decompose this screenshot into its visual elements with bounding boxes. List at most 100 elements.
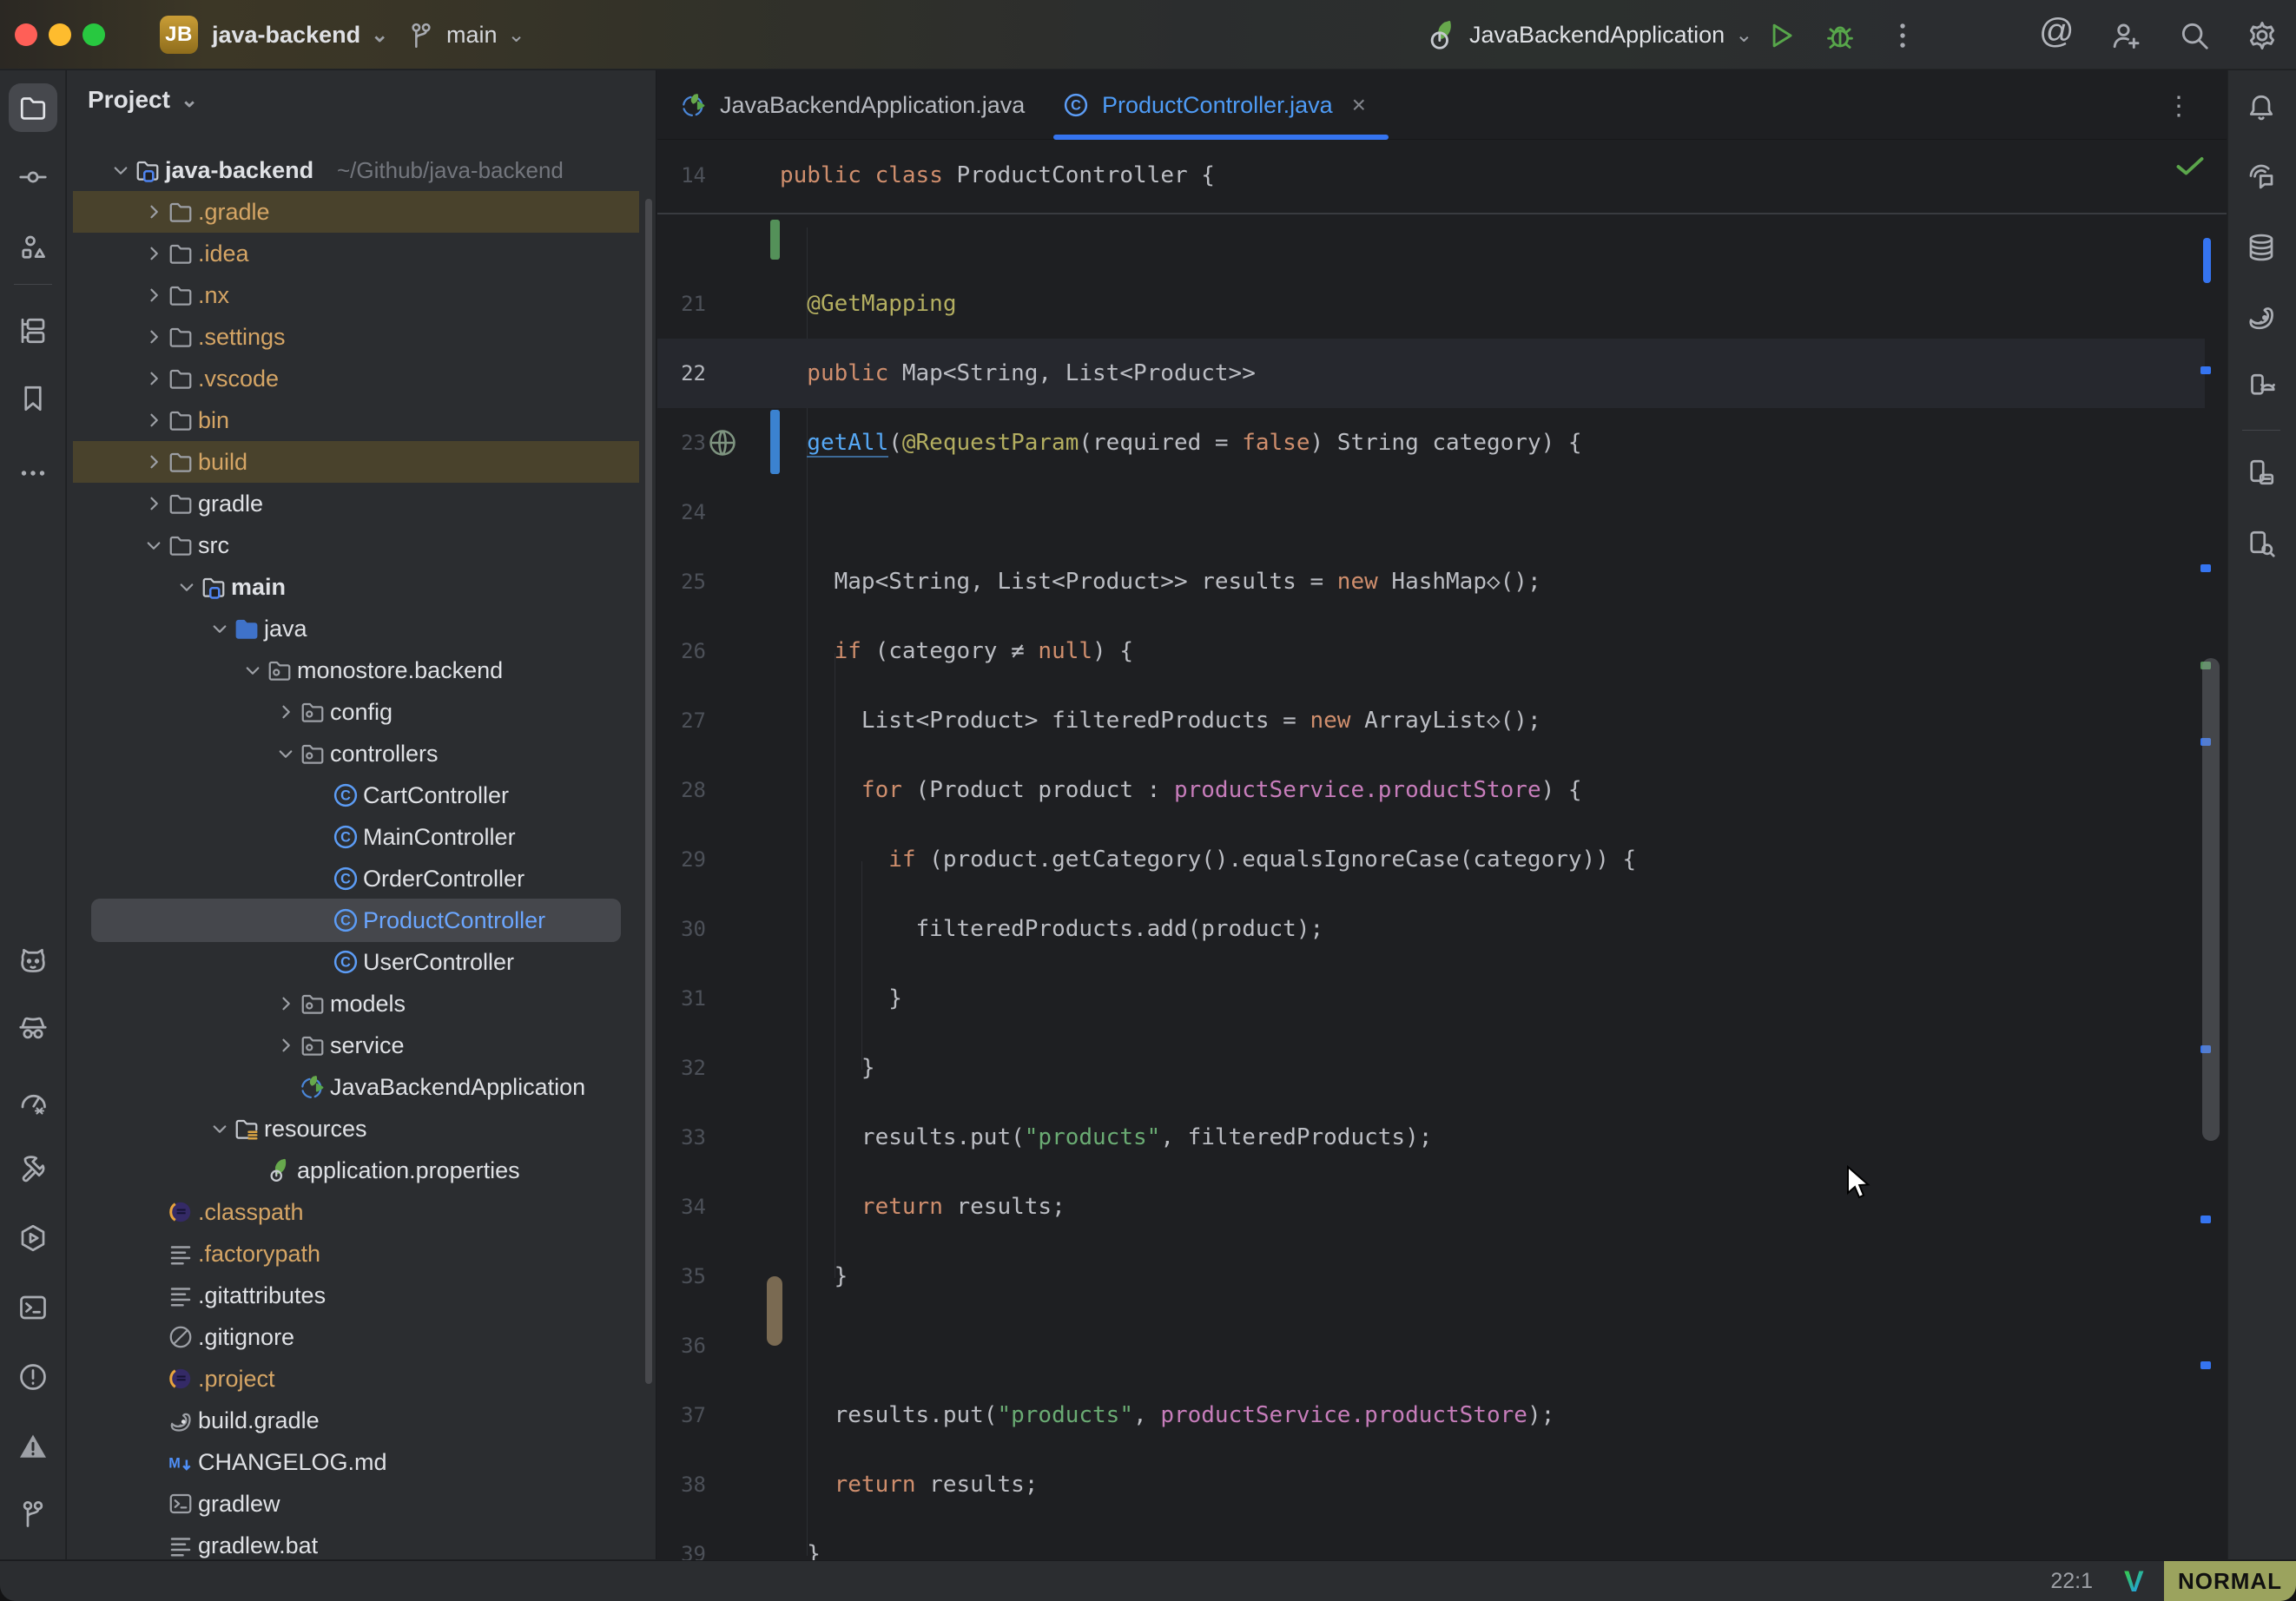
add-user-icon[interactable]: [2108, 19, 2141, 52]
code-line-31[interactable]: 31}: [657, 964, 2227, 1033]
chevron-down-icon[interactable]: [240, 657, 266, 683]
code-line-23[interactable]: 23getAll(@RequestParam(required = false)…: [657, 408, 2227, 478]
device-explorer-icon[interactable]: [2237, 448, 2286, 497]
code-line-36[interactable]: 36: [657, 1311, 2227, 1380]
terminal-icon[interactable]: [9, 1283, 57, 1332]
chevron-down-icon[interactable]: [273, 741, 299, 767]
tree-item-service[interactable]: service: [67, 1025, 656, 1066]
minimize-window-button[interactable]: [49, 23, 71, 46]
chevron-right-icon[interactable]: [141, 199, 167, 225]
code-line-29[interactable]: 29if (product.getCategory().equalsIgnore…: [657, 825, 2227, 894]
tree-item-bin[interactable]: bin: [67, 399, 656, 441]
code-line-21[interactable]: 21@GetMapping: [657, 269, 2227, 339]
tab-productcontroller[interactable]: C ProductController.java ×: [1062, 70, 1366, 140]
tree-item--classpath[interactable]: .classpath: [67, 1191, 656, 1233]
database-icon[interactable]: [2237, 223, 2286, 272]
tree-item--idea[interactable]: .idea: [67, 233, 656, 274]
chevron-right-icon[interactable]: [141, 491, 167, 517]
rest-endpoint-globe-icon[interactable]: [706, 426, 739, 464]
code-line-38[interactable]: 38return results;: [657, 1450, 2227, 1519]
tree-item-changelog-md[interactable]: MCHANGELOG.md: [67, 1441, 656, 1483]
code-line-28[interactable]: 28for (Product product : productService.…: [657, 755, 2227, 825]
chevron-down-icon[interactable]: [108, 157, 134, 183]
tree-item-resources[interactable]: resources: [67, 1108, 656, 1150]
tree-item--settings[interactable]: .settings: [67, 316, 656, 358]
debug-button[interactable]: [1824, 19, 1857, 52]
run-configuration-selector[interactable]: JavaBackendApplication⌄: [1469, 0, 1752, 69]
gutter-drag-handle[interactable]: [767, 1276, 782, 1346]
more-actions-kebab-icon[interactable]: [1886, 19, 1919, 52]
analysis-status-bar[interactable]: [2203, 238, 2211, 283]
tree-item-cartcontroller[interactable]: CCartController: [67, 774, 656, 816]
tree-item-src[interactable]: src: [67, 524, 656, 566]
tree-item--gitattributes[interactable]: .gitattributes: [67, 1275, 656, 1316]
code-line-34[interactable]: 34return results;: [657, 1172, 2227, 1242]
settings-gear-icon[interactable]: [2246, 19, 2279, 52]
chevron-right-icon[interactable]: [141, 282, 167, 308]
incognito-icon[interactable]: [9, 1004, 57, 1052]
tree-item-gradlew-bat[interactable]: gradlew.bat: [67, 1525, 656, 1559]
ai-at-icon[interactable]: @: [2039, 12, 2075, 51]
close-tab-icon[interactable]: ×: [1352, 91, 1366, 119]
structure-icon[interactable]: [9, 223, 57, 272]
more-tools-icon[interactable]: [9, 449, 57, 497]
code-line-32[interactable]: 32}: [657, 1033, 2227, 1103]
vim-mode-badge[interactable]: NORMAL: [2164, 1561, 2296, 1601]
error-stripe-mark[interactable]: [2200, 564, 2211, 572]
tree-item--vscode[interactable]: .vscode: [67, 358, 656, 399]
gradle-icon[interactable]: [2237, 292, 2286, 340]
notifications-bell-icon[interactable]: [2237, 83, 2286, 132]
tree-item-usercontroller[interactable]: CUserController: [67, 941, 656, 983]
tree-item-models[interactable]: models: [67, 983, 656, 1025]
tree-item-gradle[interactable]: gradle: [67, 483, 656, 524]
code-line-26[interactable]: 26if (category ≠ null) {: [657, 616, 2227, 686]
tree-item--project[interactable]: .project: [67, 1358, 656, 1400]
tree-item-monostore-backend[interactable]: monostore.backend: [67, 649, 656, 691]
chevron-right-icon[interactable]: [141, 240, 167, 267]
code-line-22[interactable]: 22public Map<String, List<Product>>: [657, 339, 2227, 408]
profiler-icon[interactable]: [9, 1077, 57, 1126]
tree-item--gradle[interactable]: .gradle: [67, 191, 656, 233]
ideavim-icon[interactable]: V: [2124, 1565, 2144, 1599]
gutter-change-marker[interactable]: [770, 220, 780, 260]
tree-item--gitignore[interactable]: .gitignore: [67, 1316, 656, 1358]
chevron-down-icon[interactable]: [207, 1116, 233, 1142]
code-line-37[interactable]: 37results.put("products", productService…: [657, 1380, 2227, 1450]
tree-item-maincontroller[interactable]: CMainController: [67, 816, 656, 858]
chevron-down-icon[interactable]: [174, 574, 200, 600]
gutter-change-marker[interactable]: [770, 410, 780, 474]
chevron-right-icon[interactable]: [141, 324, 167, 350]
ai-assistant-icon[interactable]: [2237, 153, 2286, 201]
chevron-down-icon[interactable]: [207, 616, 233, 642]
commit-icon[interactable]: [9, 153, 57, 201]
search-icon[interactable]: [2178, 19, 2211, 52]
tree-item-java-backend[interactable]: java-backend~/Github/java-backend: [67, 149, 656, 191]
chevron-right-icon[interactable]: [273, 1032, 299, 1058]
error-stripe-mark[interactable]: [2200, 366, 2211, 374]
chevron-down-icon[interactable]: [141, 532, 167, 558]
tree-item-controllers[interactable]: controllers: [67, 733, 656, 774]
device-manager-icon[interactable]: [2237, 362, 2286, 411]
close-window-button[interactable]: [15, 23, 37, 46]
tree-item--factorypath[interactable]: .factorypath: [67, 1233, 656, 1275]
code-line-24[interactable]: 24: [657, 478, 2227, 547]
chevron-right-icon[interactable]: [141, 449, 167, 475]
tree-item-java[interactable]: java: [67, 608, 656, 649]
chevron-right-icon[interactable]: [273, 991, 299, 1017]
code-line-30[interactable]: 30filteredProducts.add(product);: [657, 894, 2227, 964]
project-switcher[interactable]: java-backend⌄: [212, 0, 388, 69]
code-line-33[interactable]: 33results.put("products", filteredProduc…: [657, 1103, 2227, 1172]
tree-item-build-gradle[interactable]: build.gradle: [67, 1400, 656, 1441]
git-branch-icon[interactable]: [9, 1490, 57, 1538]
code-line-25[interactable]: 25Map<String, List<Product>> results = n…: [657, 547, 2227, 616]
tree-item-gradlew[interactable]: gradlew: [67, 1483, 656, 1525]
tree-item-productcontroller[interactable]: CProductController: [67, 899, 656, 941]
chevron-right-icon[interactable]: [141, 366, 167, 392]
tree-item-main[interactable]: main: [67, 566, 656, 608]
sticky-line-header[interactable]: 14public class ProductController {: [657, 141, 2227, 214]
tree-item--nx[interactable]: .nx: [67, 274, 656, 316]
warnings-triangle-icon[interactable]: [9, 1422, 57, 1471]
code-viewport[interactable]: 21@GetMapping22public Map<String, List<P…: [657, 141, 2227, 1559]
chevron-right-icon[interactable]: [141, 407, 167, 433]
code-line-27[interactable]: 27List<Product> filteredProducts = new A…: [657, 686, 2227, 755]
